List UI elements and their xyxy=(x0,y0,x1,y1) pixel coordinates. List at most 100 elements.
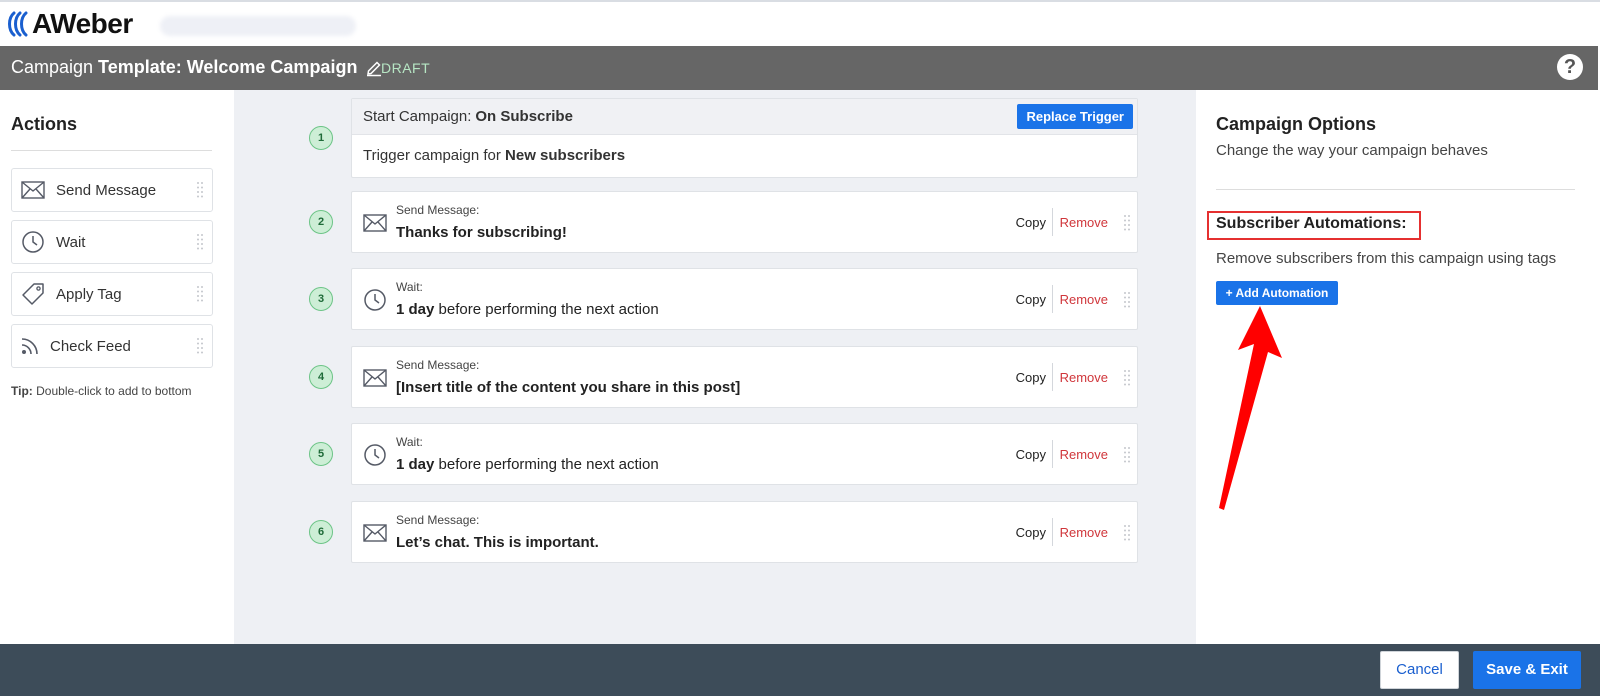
step-desc-bold: [Insert title of the content you share i… xyxy=(396,379,741,396)
step-kind: Wait: xyxy=(396,435,423,449)
divider xyxy=(1052,285,1053,313)
step-card-send-message[interactable]: Send Message: Let’s chat. This is import… xyxy=(351,501,1138,563)
subscriber-automations-desc: Remove subscribers from this campaign us… xyxy=(1216,250,1557,267)
drag-handle-icon[interactable] xyxy=(1123,214,1131,232)
step-number: 2 xyxy=(309,210,333,234)
divider xyxy=(1052,363,1053,391)
step-number: 6 xyxy=(309,520,333,544)
trigger-card[interactable]: Start Campaign: On Subscribe Replace Tri… xyxy=(351,98,1138,178)
action-label: Check Feed xyxy=(50,337,131,355)
step-desc-bold: 1 day xyxy=(396,301,435,318)
remove-button[interactable]: Remove xyxy=(1060,292,1108,307)
campaign-title-prefix: Campaign xyxy=(11,57,94,77)
step-description: 1 day before performing the next action xyxy=(396,456,659,473)
trigger-head-label: Start Campaign: xyxy=(363,108,472,125)
action-wait[interactable]: Wait xyxy=(11,220,213,264)
step-description: Let’s chat. This is important. xyxy=(396,534,599,551)
status-badge: DRAFT xyxy=(381,60,431,76)
add-automation-button[interactable]: + Add Automation xyxy=(1216,281,1338,305)
tip-text: Tip: Double-click to add to bottom xyxy=(11,384,192,398)
red-arrow-annotation xyxy=(1219,306,1282,510)
action-label: Send Message xyxy=(56,181,157,199)
clock-icon xyxy=(362,442,388,468)
save-exit-button[interactable]: Save & Exit xyxy=(1473,651,1581,689)
clock-icon xyxy=(362,287,388,313)
step-number: 4 xyxy=(309,365,333,389)
cancel-button[interactable]: Cancel xyxy=(1380,651,1459,689)
drag-handle-icon[interactable] xyxy=(1123,446,1131,464)
replace-trigger-button[interactable]: Replace Trigger xyxy=(1017,104,1133,129)
remove-button[interactable]: Remove xyxy=(1060,525,1108,540)
envelope-icon xyxy=(362,365,388,391)
blurred-account-name xyxy=(160,16,356,36)
drag-handle-icon[interactable] xyxy=(1123,291,1131,309)
step-kind: Send Message: xyxy=(396,513,480,527)
actions-heading: Actions xyxy=(11,114,78,134)
aweber-logo[interactable]: AWeber xyxy=(4,8,133,40)
step-card-wait[interactable]: Wait: 1 day before performing the next a… xyxy=(351,423,1138,485)
step-desc-bold: Thanks for subscribing! xyxy=(396,224,567,241)
footer-bar: Cancel Save & Exit xyxy=(0,644,1600,696)
options-subheading: Change the way your campaign behaves xyxy=(1216,142,1488,159)
subscriber-automations-title: Subscriber Automations: xyxy=(1216,215,1407,232)
campaign-title: Campaign Template: Welcome Campaign xyxy=(11,57,383,78)
campaign-title-name: Template: Welcome Campaign xyxy=(98,57,358,77)
step-kind: Send Message: xyxy=(396,203,480,217)
action-send-message[interactable]: Send Message xyxy=(11,168,213,212)
action-apply-tag[interactable]: Apply Tag xyxy=(11,272,213,316)
drag-handle-icon[interactable] xyxy=(1123,524,1131,542)
copy-button[interactable]: Copy xyxy=(1016,525,1046,540)
divider xyxy=(1052,518,1053,546)
trigger-body: Trigger campaign for New subscribers xyxy=(352,135,1137,176)
step-kind: Wait: xyxy=(396,280,423,294)
step-card-send-message[interactable]: Send Message: [Insert title of the conte… xyxy=(351,346,1138,408)
divider xyxy=(1216,189,1575,190)
divider xyxy=(11,150,212,151)
rss-icon xyxy=(20,333,40,359)
copy-button[interactable]: Copy xyxy=(1016,215,1046,230)
divider xyxy=(1052,208,1053,236)
copy-button[interactable]: Copy xyxy=(1016,447,1046,462)
trigger-head-value: On Subscribe xyxy=(475,108,573,125)
campaign-options-panel: Campaign Options Change the way your cam… xyxy=(1196,90,1598,644)
campaign-workflow: 1 Start Campaign: On Subscribe Replace T… xyxy=(234,90,1196,644)
step-number: 1 xyxy=(309,126,333,150)
step-desc-bold: 1 day xyxy=(396,456,435,473)
step-description: [Insert title of the content you share i… xyxy=(396,379,740,396)
drag-handle-icon[interactable] xyxy=(196,337,204,355)
remove-button[interactable]: Remove xyxy=(1060,447,1108,462)
step-description: 1 day before performing the next action xyxy=(396,301,659,318)
tag-icon xyxy=(20,281,46,307)
trigger-body-label: Trigger campaign for xyxy=(363,147,501,164)
help-icon[interactable]: ? xyxy=(1557,54,1583,80)
step-number: 3 xyxy=(309,287,333,311)
remove-button[interactable]: Remove xyxy=(1060,215,1108,230)
step-number: 5 xyxy=(309,442,333,466)
step-description: Thanks for subscribing! xyxy=(396,224,567,241)
action-label: Wait xyxy=(56,233,86,251)
step-desc-rest: before performing the next action xyxy=(434,301,659,318)
envelope-icon xyxy=(20,177,46,203)
step-card-wait[interactable]: Wait: 1 day before performing the next a… xyxy=(351,268,1138,330)
drag-handle-icon[interactable] xyxy=(1123,369,1131,387)
divider xyxy=(1052,440,1053,468)
drag-handle-icon[interactable] xyxy=(196,233,204,251)
tip-body: Double-click to add to bottom xyxy=(36,384,192,398)
action-check-feed[interactable]: Check Feed xyxy=(11,324,213,368)
top-bar: AWeber xyxy=(0,0,1600,46)
copy-button[interactable]: Copy xyxy=(1016,292,1046,307)
step-kind: Send Message: xyxy=(396,358,480,372)
clock-icon xyxy=(20,229,46,255)
action-label: Apply Tag xyxy=(56,285,122,303)
step-desc-rest: before performing the next action xyxy=(434,456,659,473)
step-card-send-message[interactable]: Send Message: Thanks for subscribing! Co… xyxy=(351,191,1138,253)
options-heading: Campaign Options xyxy=(1216,114,1377,134)
drag-handle-icon[interactable] xyxy=(196,285,204,303)
aweber-logo-icon xyxy=(8,11,28,37)
step-desc-bold: Let’s chat. This is important. xyxy=(396,534,599,551)
copy-button[interactable]: Copy xyxy=(1016,370,1046,385)
drag-handle-icon[interactable] xyxy=(196,181,204,199)
envelope-icon xyxy=(362,520,388,546)
logo-text: AWeber xyxy=(32,8,133,39)
remove-button[interactable]: Remove xyxy=(1060,370,1108,385)
